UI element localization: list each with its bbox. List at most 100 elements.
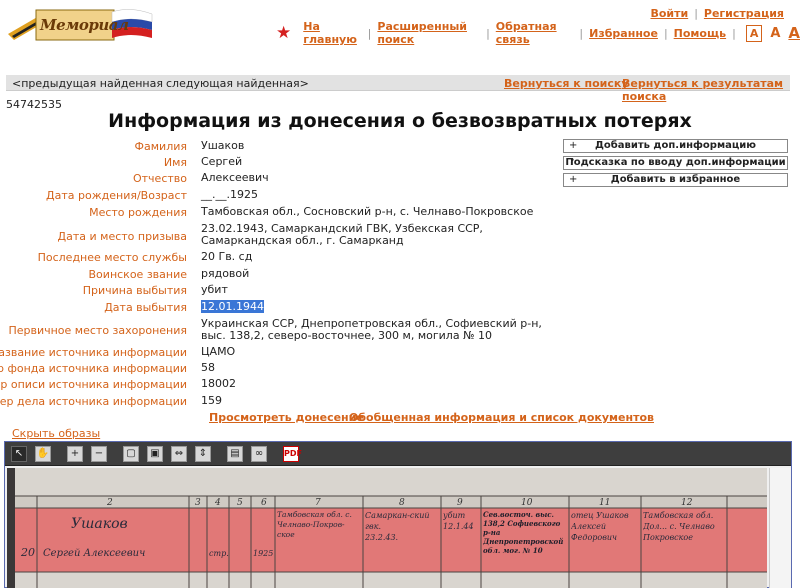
scan-birthplace: Тамбовская обл. с. Челнаво-Покров-ское (277, 510, 352, 539)
zoom-in-icon[interactable]: + (67, 446, 83, 462)
field-row-rank: Воинское звание рядовой (0, 266, 560, 282)
field-value: Украинская ССР, Днепропетровская обл., С… (201, 317, 542, 342)
nav-help[interactable]: Помощь (674, 27, 726, 40)
field-row-birth-date: Дата рождения/Возраст __.__.1925 (0, 187, 560, 204)
button-label: Добавить в избранное (610, 174, 741, 185)
field-label: Дата рождения/Возраст (46, 189, 187, 202)
back-to-results-link[interactable]: Вернуться к результатам поиска (622, 77, 790, 103)
scan-year: 1925 (253, 549, 273, 558)
info-table: Фамилия Ушаков Имя Сергей Отчество Алекс… (0, 139, 560, 409)
field-row-patronymic: Отчество Алексеевич (0, 171, 560, 187)
view-report-link[interactable]: Просмотреть донесение (209, 411, 364, 424)
field-value: 18002 (201, 377, 236, 390)
scan-burial: Сев.восточ. выс. 138,2 Софиевского р-на … (483, 510, 564, 555)
scan-col-number: 6 (261, 498, 267, 508)
fit-width-icon[interactable]: ⇔ (171, 446, 187, 462)
viewer-scrollbar[interactable] (769, 468, 791, 588)
nav-home[interactable]: На главную (303, 20, 361, 46)
field-row-reason: Причина выбытия убит (0, 282, 560, 299)
actual-size-icon[interactable]: ▣ (147, 446, 163, 462)
auth-links: Войти | Регистрация (650, 7, 784, 20)
link-icon[interactable]: ∞ (251, 446, 267, 462)
pan-hand-icon[interactable]: ✋ (35, 446, 51, 462)
scan-col-number: 9 (457, 498, 463, 508)
prev-result-link[interactable]: <предыдущая найденная (12, 77, 163, 90)
image-viewer: ↖ ✋ + − ▢ ▣ ⇔ ⇕ ▤ ∞ PDF 2 3 4 5 6 7 8 9 … (4, 441, 792, 588)
scan-col-number: 7 (315, 498, 321, 508)
scan-col-number: 2 (106, 498, 113, 508)
back-to-search-link[interactable]: Вернуться к поиску (504, 77, 629, 90)
scan-rank: стр. (209, 549, 229, 558)
font-size-large-button[interactable]: A (788, 24, 800, 42)
field-value: 23.02.1943, Самаркандский ГВК, Узбекская… (201, 222, 483, 247)
scan-death-date: 12.1.44 (443, 522, 474, 531)
viewer-toolbar: ↖ ✋ + − ▢ ▣ ⇔ ⇕ ▤ ∞ PDF (5, 442, 791, 466)
field-label: Номер фонда источника информации (0, 362, 187, 375)
field-value: Алексеевич (201, 171, 269, 184)
nav-favorites[interactable]: Избранное (589, 27, 658, 40)
scan-name: Сергей Алексеевич (43, 548, 145, 559)
field-label: Дата и место призыва (57, 230, 187, 243)
scan-col-number: 10 (521, 498, 533, 508)
font-size-small-button[interactable]: A (745, 24, 763, 42)
field-row-name: Имя Сергей (0, 155, 560, 171)
field-value: 159 (201, 394, 222, 407)
zoom-out-icon[interactable]: − (91, 446, 107, 462)
field-value: убит (201, 283, 228, 296)
add-to-favorites-button[interactable]: + Добавить в избранное (563, 173, 788, 187)
nav-advanced-search[interactable]: Расширенный поиск (377, 20, 480, 46)
scan-col-number: 8 (399, 498, 405, 508)
pdf-export-icon[interactable]: PDF (283, 446, 302, 462)
field-value: ЦАМО (201, 345, 236, 358)
scan-col-number: 4 (214, 498, 221, 508)
nav-feedback[interactable]: Обратная связь (496, 20, 574, 46)
field-row-draft: Дата и место призыва 23.02.1943, Самарка… (0, 221, 560, 249)
login-link[interactable]: Войти (650, 7, 688, 20)
pointer-tool-icon[interactable]: ↖ (11, 446, 27, 462)
add-info-button[interactable]: + Добавить доп.информацию (563, 139, 788, 153)
save-icon[interactable]: ▤ (227, 446, 243, 462)
field-row-birth-place: Место рождения Тамбовская обл., Сосновск… (0, 204, 560, 221)
field-value: Ушаков (201, 139, 245, 152)
result-navigation-bar: <предыдущая найденная следующая найденна… (6, 75, 790, 103)
field-label: Фамилия (134, 140, 187, 153)
field-row-last-service: Последнее место службы 20 Гв. сд (0, 249, 560, 266)
scan-draft-office: Самаркан-ский гвк. (365, 511, 430, 531)
field-row-source: Название источника информации ЦАМО (0, 344, 560, 360)
field-value: 58 (201, 361, 215, 374)
document-scan-image: 2 3 4 5 6 7 8 9 10 11 12 Ушаков 20 Серге… (7, 468, 767, 588)
memorial-logo[interactable]: Мемориал (6, 4, 154, 46)
field-row-burial: Первичное место захоронения Украинская С… (0, 315, 560, 344)
field-row-death-date: Дата выбытия 12.01.1944 (0, 299, 560, 315)
next-result-link[interactable]: следующая найденная> (166, 77, 309, 90)
red-star-icon: ★ (276, 22, 292, 43)
logo-text: Мемориал (40, 16, 129, 34)
field-label: Номер дела источника информации (0, 395, 187, 408)
fit-height-icon[interactable]: ⇕ (195, 446, 211, 462)
scan-row-number: 20 (20, 546, 35, 559)
scan-draft-date: 23.2.43. (365, 533, 399, 542)
input-hint-button[interactable]: ? Подсказка по вводу доп.информации (563, 156, 788, 170)
field-label: Воинское звание (88, 268, 187, 281)
hide-images-link[interactable]: Скрыть образы (12, 427, 100, 440)
field-label: Последнее место службы (37, 251, 187, 264)
question-icon: ? (569, 157, 575, 168)
register-link[interactable]: Регистрация (704, 7, 784, 20)
field-label: Дата выбытия (104, 301, 187, 314)
field-label: Номер описи источника информации (0, 378, 187, 391)
field-row-fond: Номер фонда источника информации 58 (0, 360, 560, 376)
summary-link[interactable]: Обобщенная информация и список документо… (349, 411, 654, 424)
field-label: Отчество (132, 172, 187, 185)
scan-col-number: 3 (195, 498, 201, 508)
font-size-medium-button[interactable]: A (770, 26, 780, 41)
scan-col-number: 11 (599, 498, 610, 508)
scan-relative: отец Ушаков Алексей Федорович (571, 511, 629, 542)
scan-relative-address: Тамбовская обл. Дол... с. Челнаво Покров… (643, 511, 715, 542)
plus-icon: + (569, 174, 578, 185)
field-value: рядовой (201, 267, 250, 280)
fit-page-icon[interactable]: ▢ (123, 446, 139, 462)
field-value: Сергей (201, 155, 243, 168)
field-row-delo: Номер дела источника информации 159 (0, 392, 560, 409)
field-label: Место рождения (89, 206, 187, 219)
field-value: Тамбовская обл., Сосновский р-н, с. Челн… (201, 205, 534, 218)
